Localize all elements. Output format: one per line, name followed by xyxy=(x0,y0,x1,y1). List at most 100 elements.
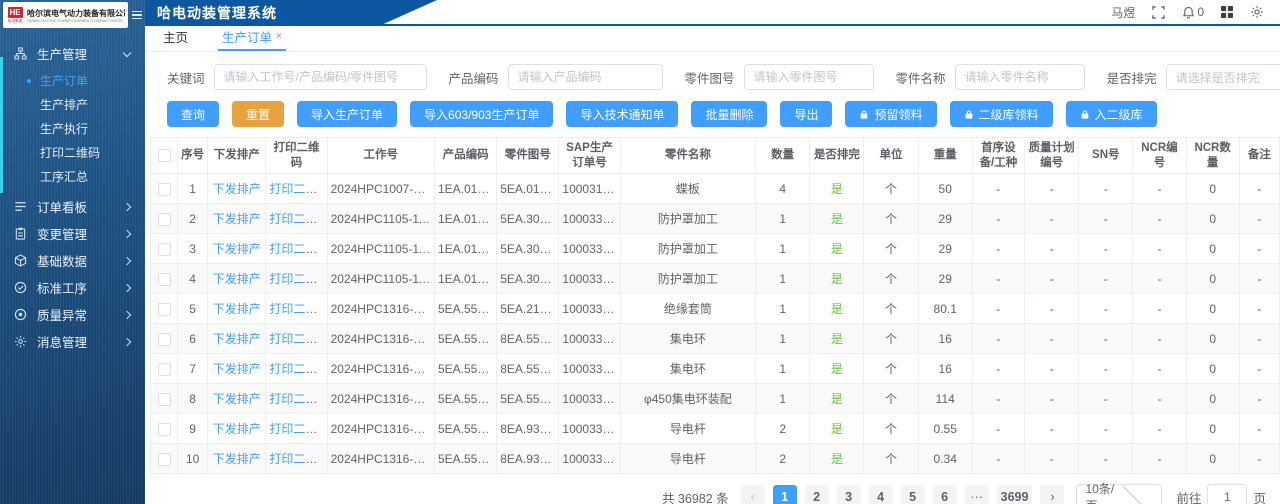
page-number-button[interactable]: 2 xyxy=(804,485,829,504)
page-number-button[interactable]: 6 xyxy=(932,485,957,504)
toolbar-button[interactable]: 导入技术通知单 xyxy=(566,101,679,127)
toolbar-button[interactable]: 导入生产订单 xyxy=(297,101,398,127)
print-qrcode-link[interactable]: 打印二维码 xyxy=(269,332,326,346)
goto-page-input[interactable] xyxy=(1207,484,1248,504)
sidebar-section[interactable]: 变更管理 xyxy=(0,220,145,247)
cell-product-code: 1EA.010.2117 xyxy=(433,173,498,204)
button-label: 批量删除 xyxy=(705,107,754,122)
toolbar-button[interactable]: 重置 xyxy=(232,101,285,127)
prev-page-button[interactable]: ‹ xyxy=(740,485,765,504)
filter-row: 关键词 产品编码 零件图号 零件名称 是否排完 请选择是否排完 xyxy=(145,52,1280,90)
row-checkbox[interactable] xyxy=(157,452,171,466)
toolbar-button[interactable]: 导出 xyxy=(780,101,833,127)
filter-input[interactable] xyxy=(743,64,874,90)
sidebar-section[interactable]: 标准工序 xyxy=(0,274,145,301)
sidebar: HE 哈电集团 哈尔滨电气动力装备有限公司 HARBIN ELECTRIC PO… xyxy=(0,0,145,504)
sidebar-item[interactable]: 打印二维码 xyxy=(0,141,145,165)
toolbar-button[interactable]: 入二级库 xyxy=(1065,101,1157,127)
cell-unit: 个 xyxy=(863,383,919,414)
dispatch-link[interactable]: 下发排产 xyxy=(213,392,261,406)
row-checkbox[interactable] xyxy=(157,272,171,286)
select-placeholder: 请选择是否排完 xyxy=(1175,70,1260,85)
dispatch-link[interactable]: 下发排产 xyxy=(213,332,261,346)
print-qrcode-link[interactable]: 打印二维码 xyxy=(269,302,326,316)
row-checkbox-cell xyxy=(149,203,179,234)
sidebar-section[interactable]: 生产管理 xyxy=(0,40,145,67)
user-name[interactable]: 马煜 xyxy=(1111,4,1135,21)
cell-sn-no: - xyxy=(1078,263,1134,294)
sidebar-section[interactable]: 订单看板 xyxy=(0,193,145,220)
sidebar-collapse-icon[interactable] xyxy=(132,10,142,20)
sidebar-section-label: 基础数据 xyxy=(37,255,88,269)
print-qrcode-link[interactable]: 打印二维码 xyxy=(269,422,326,436)
notification-bell-icon[interactable]: 0 xyxy=(1182,5,1204,19)
cell-remark: - xyxy=(1238,293,1280,324)
print-qrcode-link[interactable]: 打印二维码 xyxy=(269,362,326,376)
cell-sap-no: 10003311347 xyxy=(558,443,621,474)
dispatch-link[interactable]: 下发排产 xyxy=(213,212,261,226)
cell-unit: 个 xyxy=(863,293,919,324)
dispatch-link[interactable]: 下发排产 xyxy=(213,362,261,376)
print-qrcode-link[interactable]: 打印二维码 xyxy=(269,212,326,226)
row-checkbox[interactable] xyxy=(157,332,171,346)
print-qrcode-link[interactable]: 打印二维码 xyxy=(269,242,326,256)
cell-sn-no: - xyxy=(1078,293,1134,324)
row-checkbox-cell xyxy=(149,293,179,324)
sidebar-section[interactable]: 质量异常 xyxy=(0,301,145,328)
dispatch-link[interactable]: 下发排产 xyxy=(213,272,261,286)
toolbar-button[interactable]: 预留领料 xyxy=(845,101,937,127)
select-all-checkbox[interactable] xyxy=(157,148,171,162)
row-checkbox[interactable] xyxy=(157,392,171,406)
dispatch-link[interactable]: 下发排产 xyxy=(213,422,261,436)
page-size-select[interactable]: 10条/页 xyxy=(1076,481,1163,504)
page-number-button[interactable]: 1 xyxy=(772,485,797,504)
page-number-button[interactable]: 4 xyxy=(868,485,893,504)
toolbar-button[interactable]: 批量删除 xyxy=(691,101,768,127)
row-checkbox[interactable] xyxy=(157,422,171,436)
dispatch-link[interactable]: 下发排产 xyxy=(213,242,261,256)
sidebar-item[interactable]: 生产排产 xyxy=(0,93,145,117)
print-qrcode-link[interactable]: 打印二维码 xyxy=(269,392,326,406)
print-qrcode-link[interactable]: 打印二维码 xyxy=(269,452,326,466)
page-number-button[interactable]: 5 xyxy=(900,485,925,504)
toolbar-button[interactable]: 查询 xyxy=(167,101,220,127)
tab-production-orders[interactable]: 生产订单 × xyxy=(218,27,286,51)
row-checkbox[interactable] xyxy=(157,212,171,226)
filter-input[interactable] xyxy=(507,64,663,90)
print-qrcode-link[interactable]: 打印二维码 xyxy=(269,272,326,286)
page-number-button[interactable]: 3 xyxy=(836,485,861,504)
row-checkbox[interactable] xyxy=(157,182,171,196)
row-checkbox[interactable] xyxy=(157,362,171,376)
filter-input[interactable] xyxy=(954,64,1085,90)
filter-select[interactable]: 请选择是否排完 xyxy=(1165,64,1280,90)
toolbar-button[interactable]: 二级库领料 xyxy=(949,101,1053,127)
sidebar-section[interactable]: 消息管理 xyxy=(0,328,145,355)
row-checkbox[interactable] xyxy=(157,242,171,256)
lock-icon xyxy=(964,109,974,120)
fullscreen-icon[interactable] xyxy=(1152,5,1166,19)
toolbar-button[interactable]: 导入603/903生产订单 xyxy=(410,101,554,127)
sidebar-item[interactable]: 生产执行 xyxy=(0,117,145,141)
next-page-button[interactable]: › xyxy=(1040,485,1065,504)
lock-icon xyxy=(859,109,869,120)
dispatch-link[interactable]: 下发排产 xyxy=(213,302,261,316)
page-number-button[interactable]: 3699 xyxy=(996,485,1033,504)
table-row: 1下发排产打印二维码2024HPC1007-847-11EA.010.21175… xyxy=(149,173,1280,204)
sidebar-section[interactable]: 基础数据 xyxy=(0,247,145,274)
cell-qty: 1 xyxy=(755,233,811,264)
tab-home[interactable]: 主页 xyxy=(159,27,192,51)
cell-part-name: 防护罩加工 xyxy=(619,263,757,294)
row-checkbox[interactable] xyxy=(157,302,171,316)
filter-input[interactable] xyxy=(213,64,427,90)
cell-sn-no: - xyxy=(1078,173,1134,204)
dispatch-link[interactable]: 下发排产 xyxy=(213,182,261,196)
sidebar-item[interactable]: 生产订单 xyxy=(0,69,145,93)
settings-gear-icon[interactable] xyxy=(1250,5,1264,19)
page-ellipsis[interactable]: ··· xyxy=(964,485,989,504)
dispatch-link[interactable]: 下发排产 xyxy=(213,452,261,466)
tab-close-icon[interactable]: × xyxy=(276,31,282,42)
production-icon xyxy=(14,46,28,61)
apps-grid-icon[interactable] xyxy=(1221,6,1233,18)
print-qrcode-link[interactable]: 打印二维码 xyxy=(269,182,326,196)
sidebar-item[interactable]: 工序汇总 xyxy=(0,165,145,189)
